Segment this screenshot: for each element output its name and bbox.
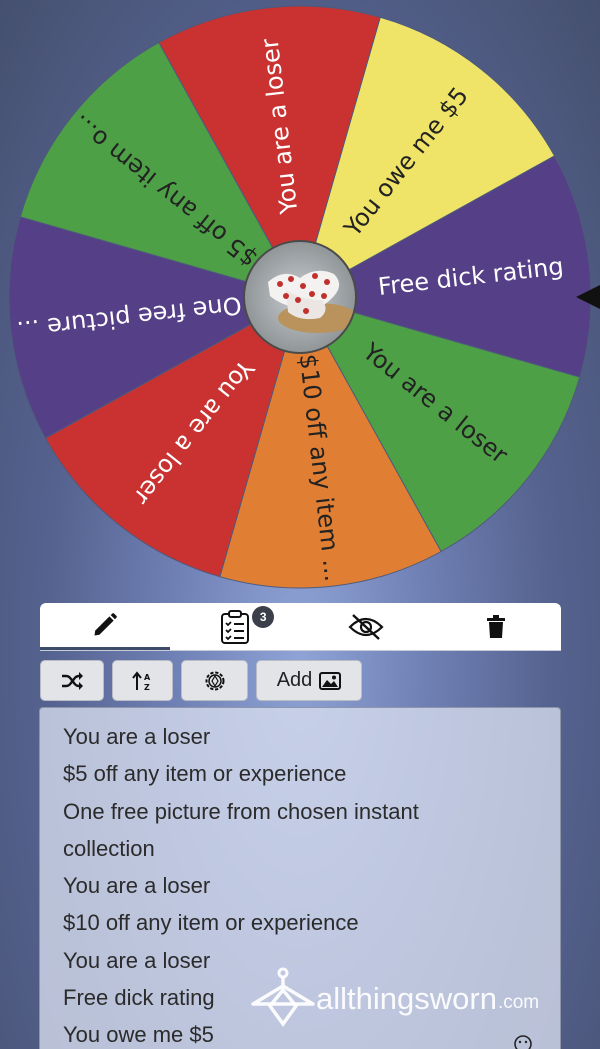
sort-az-icon: A Z (131, 670, 151, 691)
clipboard-list-icon (221, 609, 250, 644)
add-label: Add (276, 669, 313, 691)
entry-line: $5 off any item or experience (63, 761, 347, 787)
wheel-graphic[interactable]: You owe me $5Free dick ratingYou are a l… (0, 0, 600, 600)
gear-icon (205, 671, 224, 690)
shuffle-button[interactable] (40, 660, 104, 701)
svg-text:A: A (144, 673, 151, 682)
entry-line: $10 off any item or experience (63, 910, 359, 936)
tab-results[interactable]: 3 (170, 603, 300, 650)
tab-hide[interactable] (301, 603, 431, 650)
entry-line: One free picture from chosen instant (63, 798, 419, 824)
tab-delete[interactable] (431, 603, 561, 650)
add-image-button[interactable]: Add (256, 660, 362, 701)
entry-line: You are a loser (63, 724, 211, 749)
pointer-left-icon (576, 285, 600, 309)
trash-icon (486, 614, 505, 638)
spin-wheel[interactable]: You owe me $5 Free dick rating You are a l… (0, 0, 600, 600)
eye-slash-icon (348, 613, 384, 640)
tab-edit[interactable] (40, 603, 171, 650)
toolbar: A Z Add (40, 660, 362, 701)
entry-line: collection (63, 835, 155, 861)
entry-line: You are a loser (63, 873, 211, 899)
settings-button[interactable] (181, 660, 248, 701)
pencil-icon (94, 613, 118, 636)
smiley-icon[interactable] (513, 1034, 533, 1049)
tab-bar: 3 (40, 603, 561, 651)
watermark-name: allthingsworn (316, 981, 497, 1016)
shuffle-icon (62, 671, 83, 690)
watermark-domain: .com (497, 992, 540, 1013)
hanger-logo-icon (251, 967, 315, 1027)
results-count-badge: 3 (252, 606, 275, 628)
watermark: allthingsworn .com (250, 966, 539, 1032)
sort-button[interactable]: A Z (112, 660, 173, 701)
image-icon (319, 671, 342, 690)
svg-text:Z: Z (144, 683, 150, 691)
